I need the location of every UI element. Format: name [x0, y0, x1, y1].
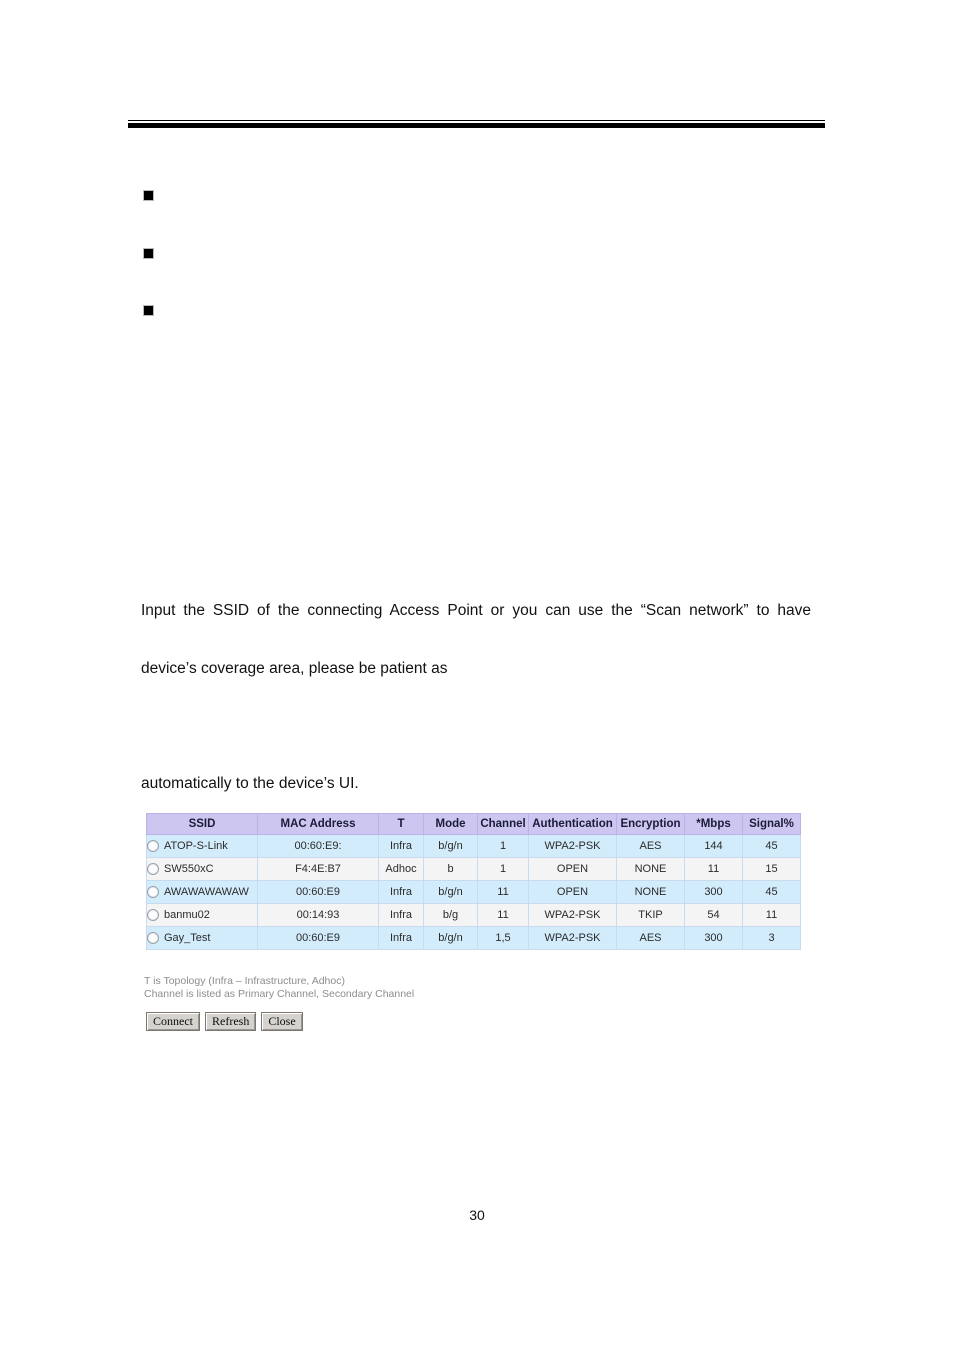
cell-mac-address: 00:60:E9 [257, 926, 379, 950]
cell-mac-address: F4:4E:B7 [257, 857, 379, 881]
cell-authentication: OPEN [528, 857, 617, 881]
table-row[interactable]: SW550xC F4:4E:B7 Adhoc b 1 OPEN NONE 11 … [146, 857, 801, 881]
table-row[interactable]: banmu02 00:14:93 Infra b/g 11 WPA2-PSK T… [146, 903, 801, 927]
radio-button-icon[interactable] [147, 863, 159, 875]
cell-mbps: 300 [684, 880, 743, 904]
body-paragraph-2: device’s coverage area, please be patien… [141, 660, 448, 677]
cell-encryption: TKIP [616, 903, 685, 927]
scan-network-table: SSID MAC Address T Mode Channel Authenti… [146, 813, 801, 950]
refresh-button[interactable]: Refresh [205, 1012, 257, 1031]
cell-authentication: WPA2-PSK [528, 903, 617, 927]
cell-topology: Infra [378, 903, 424, 927]
cell-mac-address: 00:60:E9 [257, 880, 379, 904]
cell-ssid[interactable]: ATOP-S-Link [146, 834, 258, 858]
connect-button[interactable]: Connect [146, 1012, 200, 1031]
ssid-label: SW550xC [164, 863, 214, 875]
cell-mbps: 144 [684, 834, 743, 858]
header-divider-rule [128, 120, 825, 128]
column-header-channel: Channel [477, 813, 529, 835]
cell-ssid[interactable]: Gay_Test [146, 926, 258, 950]
bullet-marker-3 [144, 306, 153, 315]
cell-channel: 11 [477, 903, 529, 927]
cell-topology: Adhoc [378, 857, 424, 881]
cell-mbps: 54 [684, 903, 743, 927]
cell-channel: 1,5 [477, 926, 529, 950]
ssid-label: Gay_Test [164, 932, 211, 944]
footnote-channel: Channel is listed as Primary Channel, Se… [144, 988, 415, 1000]
column-header-authentication: Authentication [528, 813, 617, 835]
ssid-label: ATOP-S-Link [164, 840, 228, 852]
cell-signal: 45 [742, 834, 801, 858]
cell-ssid[interactable]: banmu02 [146, 903, 258, 927]
column-header-ssid: SSID [146, 813, 258, 835]
cell-authentication: OPEN [528, 880, 617, 904]
cell-encryption: AES [616, 926, 685, 950]
cell-channel: 1 [477, 834, 529, 858]
page-number: 30 [469, 1207, 485, 1223]
table-footnotes: T is Topology (Infra – Infrastructure, A… [144, 975, 414, 1001]
close-button[interactable]: Close [261, 1012, 303, 1031]
cell-signal: 11 [742, 903, 801, 927]
cell-mbps: 300 [684, 926, 743, 950]
cell-channel: 11 [477, 880, 529, 904]
cell-signal: 15 [742, 857, 801, 881]
table-row[interactable]: Gay_Test 00:60:E9 Infra b/g/n 1,5 WPA2-P… [146, 926, 801, 950]
radio-button-icon[interactable] [147, 886, 159, 898]
cell-signal: 45 [742, 880, 801, 904]
cell-encryption: NONE [616, 880, 685, 904]
cell-topology: Infra [378, 834, 424, 858]
cell-mode: b/g/n [423, 926, 478, 950]
bullet-marker-1 [144, 191, 153, 200]
radio-button-icon[interactable] [147, 840, 159, 852]
table-row[interactable]: ATOP-S-Link 00:60:E9: Infra b/g/n 1 WPA2… [146, 834, 801, 858]
cell-mac-address: 00:60:E9: [257, 834, 379, 858]
scan-network-table-container: SSID MAC Address T Mode Channel Authenti… [146, 813, 801, 950]
column-header-topology: T [378, 813, 424, 835]
footnote-topology: T is Topology (Infra – Infrastructure, A… [144, 975, 345, 987]
radio-button-icon[interactable] [147, 932, 159, 944]
cell-encryption: NONE [616, 857, 685, 881]
column-header-signal: Signal% [742, 813, 801, 835]
cell-mbps: 11 [684, 857, 743, 881]
cell-mode: b/g/n [423, 880, 478, 904]
ssid-label: AWAWAWAWAW [164, 886, 249, 898]
cell-ssid[interactable]: SW550xC [146, 857, 258, 881]
column-header-mac-address: MAC Address [257, 813, 379, 835]
cell-encryption: AES [616, 834, 685, 858]
scan-table-body: ATOP-S-Link 00:60:E9: Infra b/g/n 1 WPA2… [146, 834, 801, 950]
cell-ssid[interactable]: AWAWAWAWAW [146, 880, 258, 904]
cell-mac-address: 00:14:93 [257, 903, 379, 927]
ssid-label: banmu02 [164, 909, 210, 921]
cell-mode: b/g/n [423, 834, 478, 858]
table-row[interactable]: AWAWAWAWAW 00:60:E9 Infra b/g/n 11 OPEN … [146, 880, 801, 904]
cell-topology: Infra [378, 926, 424, 950]
body-paragraph-3: automatically to the device’s UI. [141, 775, 359, 792]
cell-authentication: WPA2-PSK [528, 926, 617, 950]
column-header-mode: Mode [423, 813, 478, 835]
header-rule-thick-bar [128, 123, 825, 128]
body-paragraph-1: Input the SSID of the connecting Access … [141, 602, 811, 619]
column-header-encryption: Encryption [616, 813, 685, 835]
table-header-row: SSID MAC Address T Mode Channel Authenti… [146, 813, 801, 835]
scan-dialog-button-bar: Connect Refresh Close [146, 1012, 303, 1031]
cell-mode: b [423, 857, 478, 881]
cell-channel: 1 [477, 857, 529, 881]
cell-signal: 3 [742, 926, 801, 950]
bullet-marker-2 [144, 249, 153, 258]
column-header-mbps: *Mbps [684, 813, 743, 835]
cell-authentication: WPA2-PSK [528, 834, 617, 858]
cell-topology: Infra [378, 880, 424, 904]
radio-button-icon[interactable] [147, 909, 159, 921]
cell-mode: b/g [423, 903, 478, 927]
